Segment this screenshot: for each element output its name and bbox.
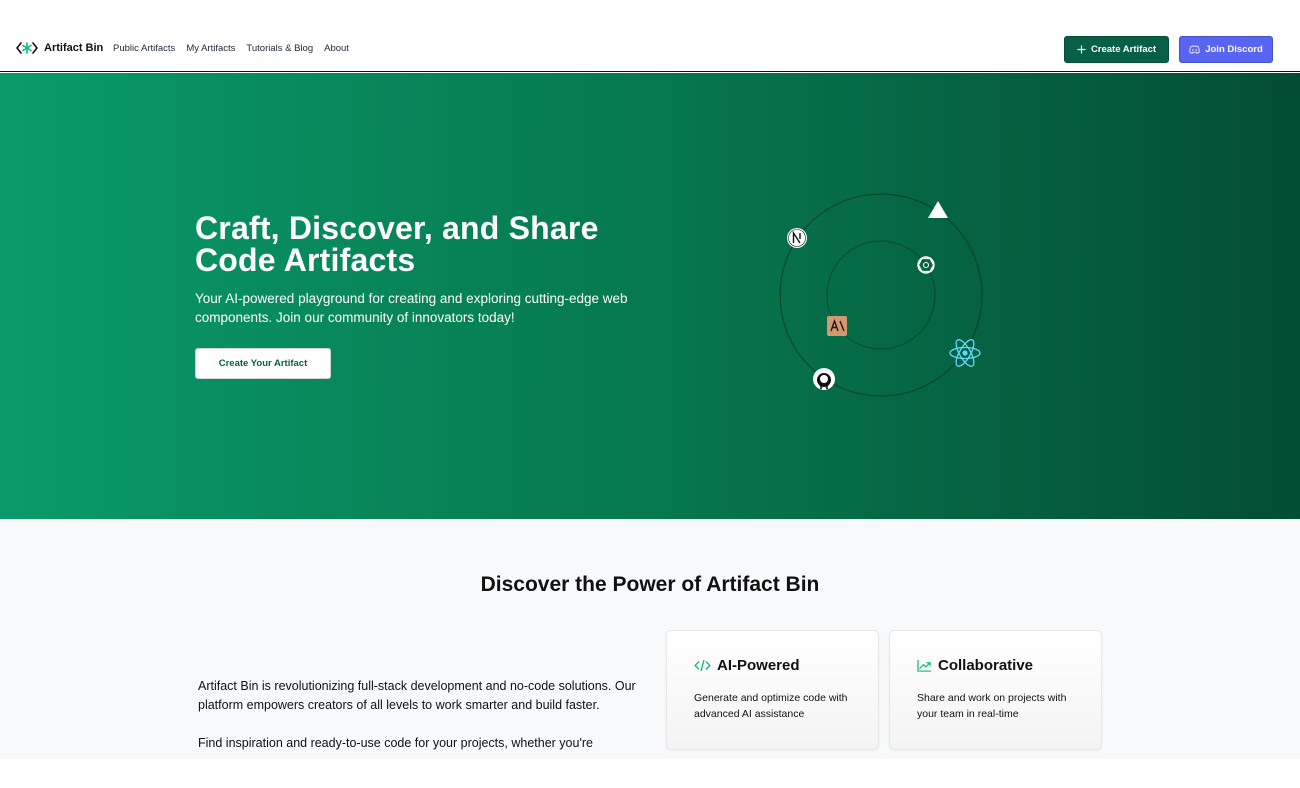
top-navbar: Artifact Bin Public Artifacts My Artifac… <box>0 0 1300 72</box>
feature-card-ai-powered: AI-Powered Generate and optimize code wi… <box>666 630 879 750</box>
nav-public-artifacts[interactable]: Public Artifacts <box>113 43 175 54</box>
card-header: AI-Powered <box>694 657 800 674</box>
nav-tutorials-blog[interactable]: Tutorials & Blog <box>246 43 313 54</box>
card-title: AI-Powered <box>717 657 800 674</box>
nextjs-icon <box>787 228 807 248</box>
brand-name: Artifact Bin <box>44 42 104 54</box>
intro-paragraph-2: Find inspiration and ready-to-use code f… <box>198 736 593 750</box>
create-artifact-button[interactable]: Create Artifact <box>1064 36 1169 63</box>
join-discord-button[interactable]: Join Discord <box>1179 36 1273 63</box>
features-section: Discover the Power of Artifact Bin Artif… <box>0 519 1300 759</box>
page: Artifact Bin Public Artifacts My Artifac… <box>0 0 1300 788</box>
hero-title: Craft, Discover, and Share Code Artifact… <box>195 210 599 278</box>
intro-paragraph-1: Artifact Bin is revolutionizing full-sta… <box>198 679 636 712</box>
intro-text: Artifact Bin is revolutionizing full-sta… <box>198 677 638 753</box>
tech-orbit-graphic <box>779 193 983 397</box>
brand[interactable]: Artifact Bin <box>16 40 103 56</box>
github-icon <box>813 368 835 390</box>
create-artifact-label: Create Artifact <box>1090 44 1157 55</box>
card-header: Collaborative <box>917 657 1033 674</box>
main-nav: Public Artifacts My Artifacts Tutorials … <box>113 43 349 54</box>
anthropic-icon <box>827 316 847 336</box>
feature-card-collaborative: Collaborative Share and work on projects… <box>889 630 1102 750</box>
hero-subtitle: Your AI-powered playground for creating … <box>195 291 628 325</box>
create-your-artifact-button[interactable]: Create Your Artifact <box>195 348 331 379</box>
nav-about[interactable]: About <box>324 43 349 54</box>
trending-up-icon <box>917 659 931 672</box>
plus-icon <box>1077 45 1086 54</box>
hero-section: Craft, Discover, and Share Code Artifact… <box>0 73 1300 519</box>
nav-my-artifacts[interactable]: My Artifacts <box>186 43 235 54</box>
card-title: Collaborative <box>938 657 1034 674</box>
card-description: Generate and optimize code with advanced… <box>694 692 848 720</box>
discord-icon <box>1189 45 1200 54</box>
outer-orbit-ring <box>779 193 983 397</box>
viewport-bottom-edge <box>0 759 1300 788</box>
code-icon <box>694 659 711 672</box>
vercel-icon <box>928 201 948 218</box>
features-title: Discover the Power of Artifact Bin <box>480 573 820 596</box>
card-description: Share and work on projects with your tea… <box>917 692 1067 720</box>
artifact-bin-logo-icon <box>16 42 38 54</box>
join-discord-label: Join Discord <box>1205 44 1263 55</box>
